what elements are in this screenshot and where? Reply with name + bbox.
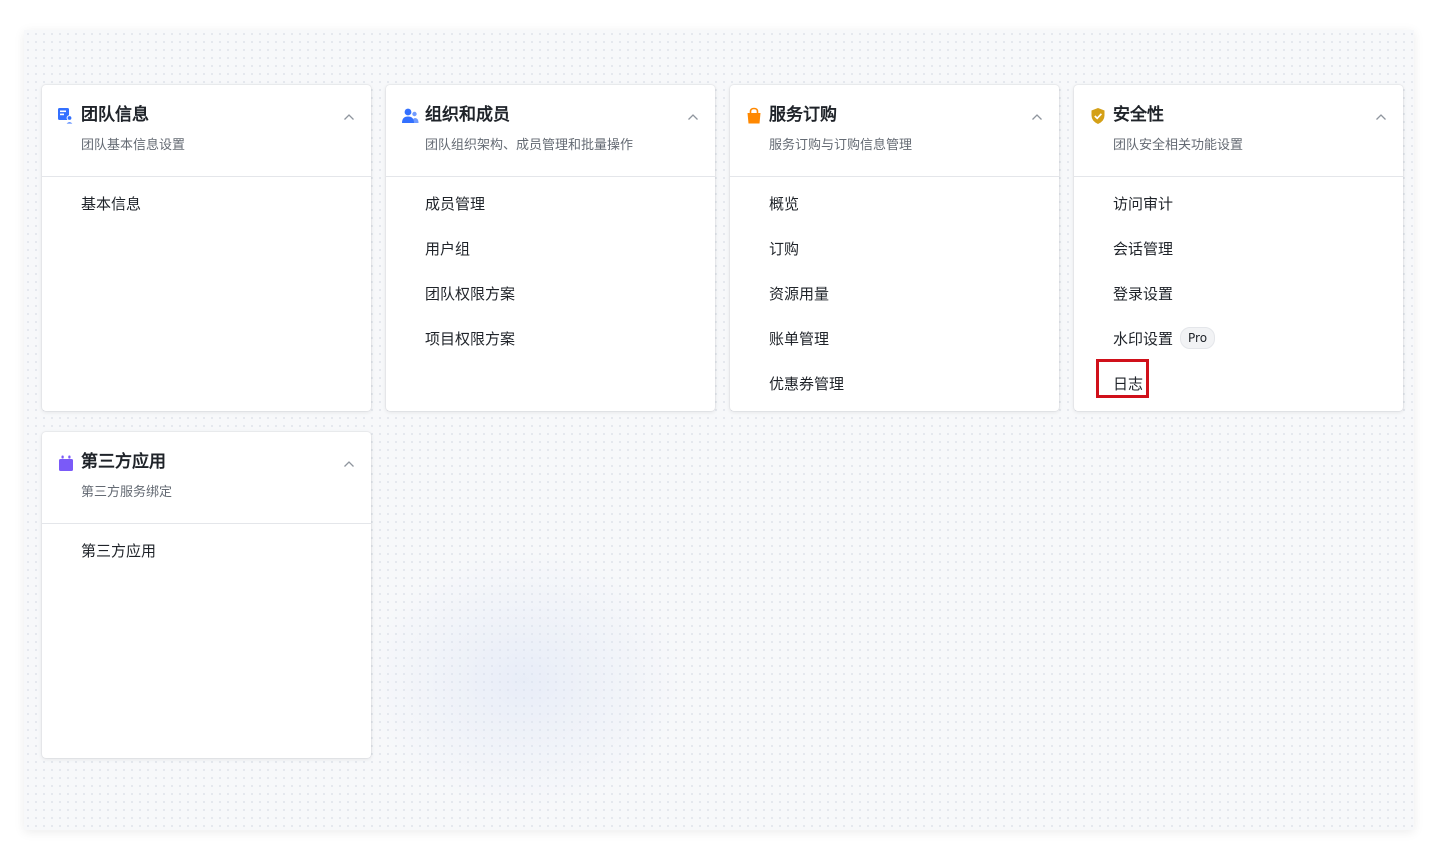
chevron-up-icon[interactable]: [686, 109, 700, 123]
menu-item-label: 登录设置: [1113, 285, 1174, 303]
menu-item-resource-usage[interactable]: 资源用量: [730, 281, 1059, 326]
menu-item-access-audit[interactable]: 访问审计: [1074, 191, 1403, 236]
menu-item-member-management[interactable]: 成员管理: [386, 191, 715, 236]
card-menu: 成员管理 用户组 团队权限方案 项目权限方案: [386, 177, 715, 371]
shield-check-icon: [1089, 107, 1107, 125]
menu-item-label: 概览: [769, 195, 800, 213]
menu-item-user-groups[interactable]: 用户组: [386, 236, 715, 281]
menu-item-overview[interactable]: 概览: [730, 191, 1059, 236]
menu-item-watermark-settings[interactable]: 水印设置 Pro: [1074, 326, 1403, 371]
card-subtitle: 第三方服务绑定: [81, 485, 173, 500]
menu-item-label: 访问审计: [1113, 195, 1174, 213]
background-glow: [364, 550, 684, 810]
card-subtitle: 服务订购与订购信息管理: [769, 138, 913, 153]
card-org-members: 组织和成员 团队组织架构、成员管理和批量操作 成员管理 用户组 团队权限方案 项…: [386, 85, 715, 411]
card-menu: 概览 订购 资源用量 账单管理 优惠券管理: [730, 177, 1059, 416]
menu-item-project-permission-scheme[interactable]: 项目权限方案: [386, 326, 715, 371]
menu-item-session-management[interactable]: 会话管理: [1074, 236, 1403, 281]
menu-item-team-permission-scheme[interactable]: 团队权限方案: [386, 281, 715, 326]
card-title: 第三方应用: [81, 452, 166, 472]
menu-item-label: 项目权限方案: [425, 330, 516, 348]
menu-item-label: 订购: [769, 240, 800, 258]
card-header: 服务订购 服务订购与订购信息管理: [730, 85, 1059, 177]
chevron-up-icon[interactable]: [1030, 109, 1044, 123]
menu-item-label: 成员管理: [425, 195, 486, 213]
card-subtitle: 团队基本信息设置: [81, 138, 186, 153]
card-subtitle: 团队安全相关功能设置: [1113, 138, 1244, 153]
menu-item-login-settings[interactable]: 登录设置: [1074, 281, 1403, 326]
app-icon: [57, 454, 75, 472]
shopping-bag-icon: [745, 107, 763, 125]
menu-item-subscribe[interactable]: 订购: [730, 236, 1059, 281]
chevron-up-icon[interactable]: [1374, 109, 1388, 123]
card-title: 组织和成员: [425, 105, 510, 125]
chevron-up-icon[interactable]: [342, 109, 356, 123]
menu-item-label: 优惠券管理: [769, 375, 845, 393]
menu-item-coupons[interactable]: 优惠券管理: [730, 371, 1059, 416]
card-header: 团队信息 团队基本信息设置: [42, 85, 371, 177]
menu-item-label: 用户组: [425, 240, 471, 258]
card-header: 安全性 团队安全相关功能设置: [1074, 85, 1403, 177]
card-subtitle: 团队组织架构、成员管理和批量操作: [425, 138, 634, 153]
menu-item-logs[interactable]: 日志: [1074, 359, 1403, 416]
card-menu: 第三方应用: [42, 524, 371, 583]
card-header: 组织和成员 团队组织架构、成员管理和批量操作: [386, 85, 715, 177]
settings-canvas: 团队信息 团队基本信息设置 基本信息 组织和成员 团队组织架构、成员管理和批量操…: [24, 30, 1414, 830]
card-title: 团队信息: [81, 105, 149, 125]
card-header: 第三方应用 第三方服务绑定: [42, 432, 371, 524]
menu-item-label: 资源用量: [769, 285, 830, 303]
card-team-info: 团队信息 团队基本信息设置 基本信息: [42, 85, 371, 411]
team-info-icon: [57, 107, 75, 125]
card-third-party-apps: 第三方应用 第三方服务绑定 第三方应用: [42, 432, 371, 758]
menu-item-billing[interactable]: 账单管理: [730, 326, 1059, 371]
org-members-icon: [401, 107, 419, 125]
card-title: 服务订购: [769, 105, 837, 125]
pro-badge: Pro: [1180, 327, 1216, 349]
card-title: 安全性: [1113, 105, 1164, 125]
menu-item-basic-info[interactable]: 基本信息: [42, 191, 371, 236]
menu-item-label: 基本信息: [81, 195, 142, 213]
menu-item-label: 水印设置: [1113, 330, 1174, 348]
menu-item-third-party-apps[interactable]: 第三方应用: [42, 538, 371, 583]
menu-item-label: 账单管理: [769, 330, 830, 348]
menu-item-label: 团队权限方案: [425, 285, 516, 303]
card-service-subscription: 服务订购 服务订购与订购信息管理 概览 订购 资源用量 账单管理 优惠券管理: [730, 85, 1059, 411]
chevron-up-icon[interactable]: [342, 456, 356, 470]
menu-item-label: 日志: [1096, 359, 1149, 398]
menu-item-label: 第三方应用: [81, 542, 157, 560]
card-menu: 访问审计 会话管理 登录设置 水印设置 Pro 日志: [1074, 177, 1403, 416]
menu-item-label: 会话管理: [1113, 240, 1174, 258]
card-security: 安全性 团队安全相关功能设置 访问审计 会话管理 登录设置 水印设置 Pro 日志: [1074, 85, 1403, 411]
card-menu: 基本信息: [42, 177, 371, 236]
